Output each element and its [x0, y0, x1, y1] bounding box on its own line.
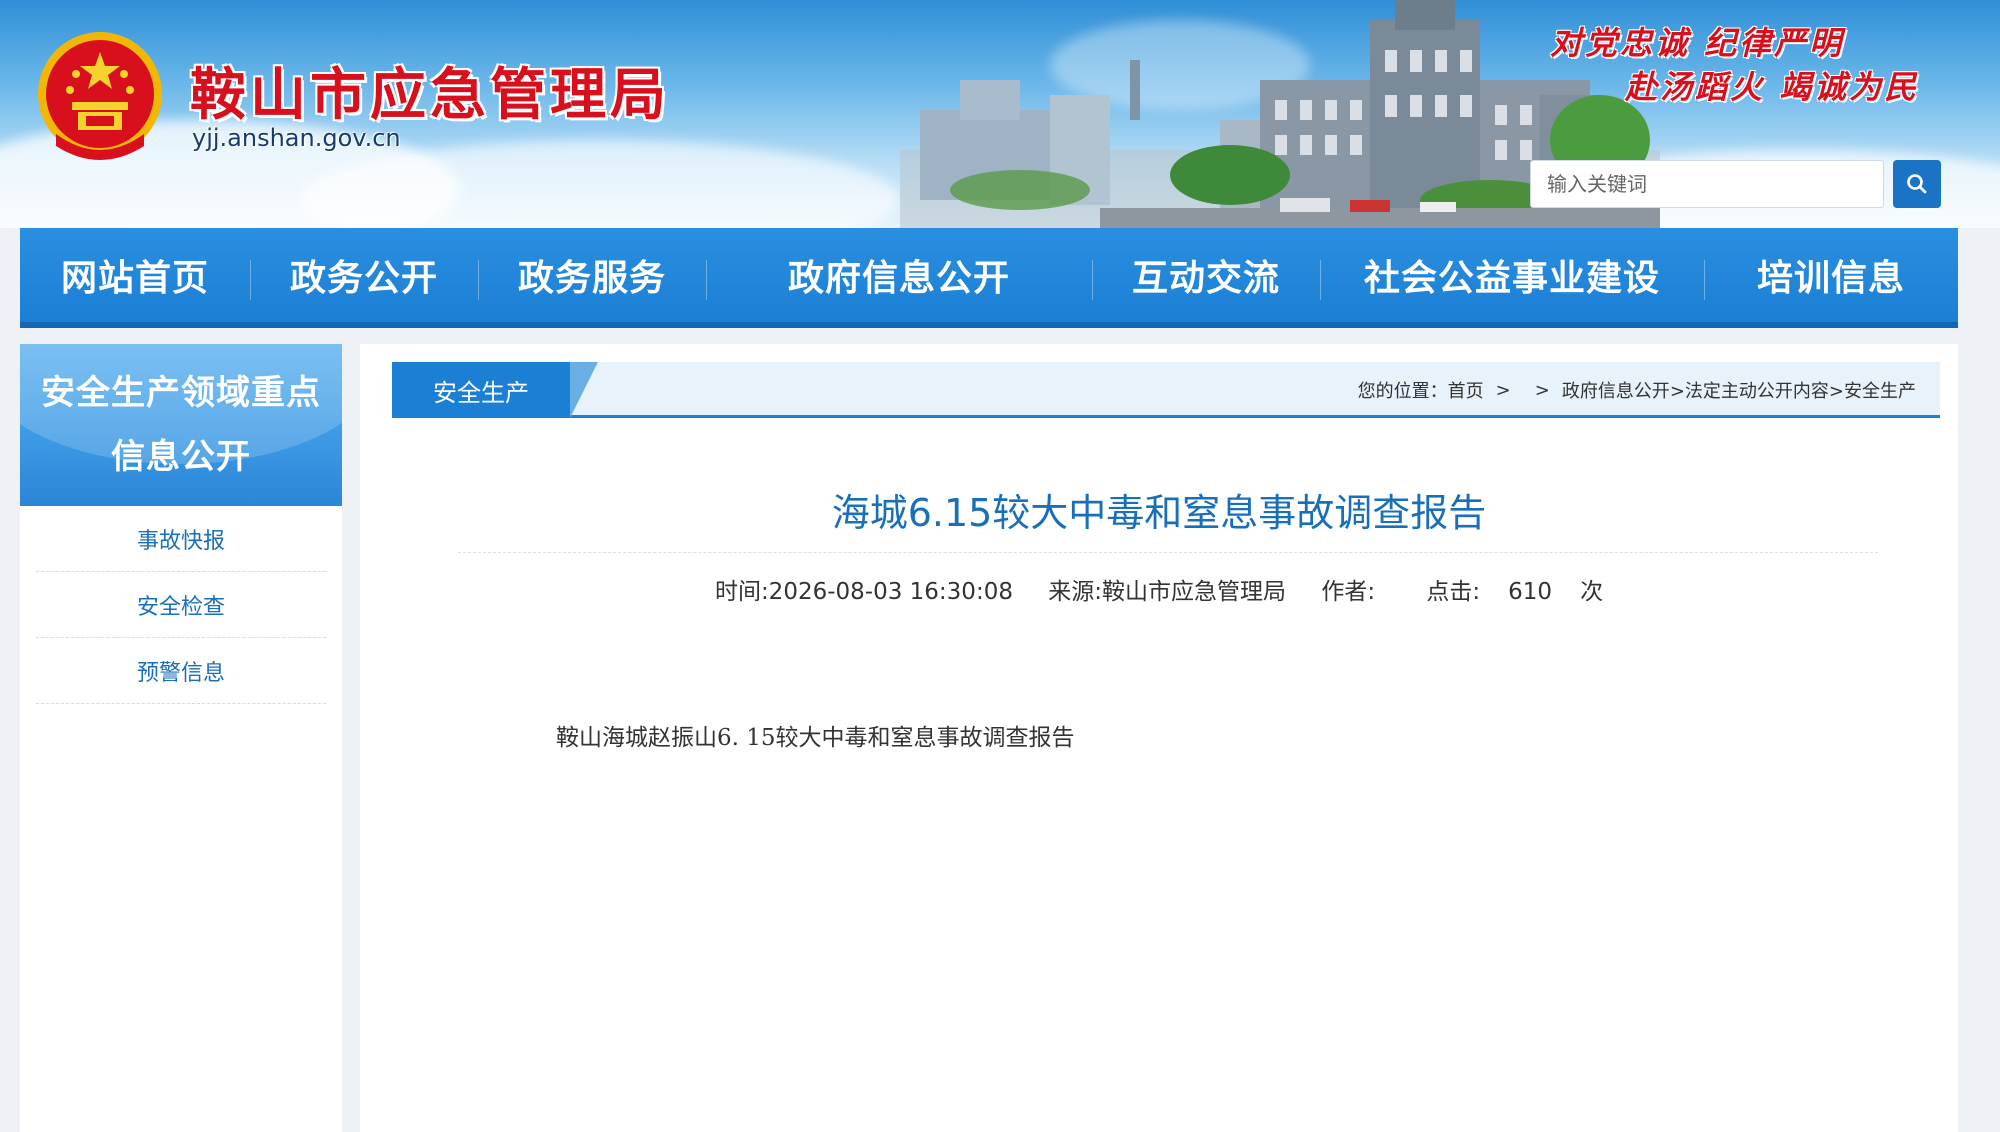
sidebar-header: 安全生产领域重点信息公开: [20, 344, 342, 506]
nav-item-interaction[interactable]: 互动交流: [1092, 228, 1320, 322]
nav-item-government-services[interactable]: 政务服务: [478, 228, 706, 322]
search-input[interactable]: [1530, 160, 1884, 208]
breadcrumb-prefix: 您的位置：: [1357, 381, 1448, 402]
sidebar: 安全生产领域重点信息公开 事故快报 安全检查 预警信息: [20, 344, 342, 1132]
breadcrumb-separator: >: [1534, 379, 1550, 401]
breadcrumb-separator: >: [1495, 379, 1511, 401]
nav-item-public-welfare[interactable]: 社会公益事业建设: [1320, 228, 1704, 322]
sidebar-title: 安全生产领域重点信息公开: [41, 373, 321, 477]
article-clicks-count: 610: [1508, 579, 1553, 605]
article-meta: 时间:2026-08-03 16:30:08 来源:鞍山市应急管理局 作者: 点…: [360, 572, 1958, 606]
site-title: 鞍山市应急管理局: [190, 62, 670, 128]
main-nav: 网站首页 政务公开 政务服务 政府信息公开 互动交流 社会公益事业建设 培训信息: [20, 228, 1958, 328]
nav-item-home[interactable]: 网站首页: [20, 228, 250, 322]
article-source: 来源:鞍山市应急管理局: [1048, 579, 1287, 605]
article-clicks-unit: 次: [1580, 579, 1604, 605]
search-button[interactable]: [1893, 160, 1941, 208]
category-bar: 安全生产 您的位置： 首页 > > 政府信息公开>法定主动公开内容>安全生产: [392, 362, 1940, 418]
search-icon: [1907, 174, 1927, 194]
nav-item-government-info-disclosure[interactable]: 政府信息公开: [706, 228, 1092, 322]
sidebar-item-warning-info[interactable]: 预警信息: [36, 638, 326, 704]
slogan-line-2: 赴汤蹈火 竭诚为民: [1625, 68, 1920, 106]
site-domain: yjj.anshan.gov.cn: [192, 124, 401, 152]
article-clicks-label: 点击:: [1426, 579, 1481, 605]
article-author: 作者:: [1321, 579, 1376, 605]
article-body: 鞍山海城赵振山6. 15较大中毒和窒息事故调查报告: [556, 725, 1075, 751]
sidebar-item-accident-report[interactable]: 事故快报: [36, 506, 326, 572]
main-content: 安全生产 您的位置： 首页 > > 政府信息公开>法定主动公开内容>安全生产 海…: [360, 344, 1958, 1132]
article-time: 时间:2026-08-03 16:30:08: [714, 579, 1013, 605]
breadcrumb-home-link[interactable]: 首页: [1448, 377, 1484, 403]
category-tab[interactable]: 安全生产: [392, 362, 570, 418]
breadcrumb-path-link[interactable]: 政府信息公开>法定主动公开内容>安全生产: [1562, 377, 1916, 403]
sidebar-item-safety-inspection[interactable]: 安全检查: [36, 572, 326, 638]
breadcrumb: 您的位置： 首页 > > 政府信息公开>法定主动公开内容>安全生产: [1358, 362, 1916, 418]
title-divider: [458, 552, 1878, 553]
page: 鞍山市应急管理局 yjj.anshan.gov.cn 对党忠诚 纪律严明 赴汤蹈…: [0, 0, 2000, 1132]
nav-item-training-info[interactable]: 培训信息: [1704, 228, 1958, 322]
nav-item-government-affairs-open[interactable]: 政务公开: [250, 228, 478, 322]
national-emblem-icon: [38, 32, 162, 160]
article-title: 海城6.15较大中毒和窒息事故调查报告: [831, 491, 1487, 535]
site-header: 鞍山市应急管理局 yjj.anshan.gov.cn 对党忠诚 纪律严明 赴汤蹈…: [0, 0, 2000, 228]
sidebar-list: 事故快报 安全检查 预警信息: [20, 506, 342, 704]
category-tab-notch: [570, 362, 598, 418]
slogan-line-1: 对党忠诚 纪律严明: [1550, 24, 1845, 62]
